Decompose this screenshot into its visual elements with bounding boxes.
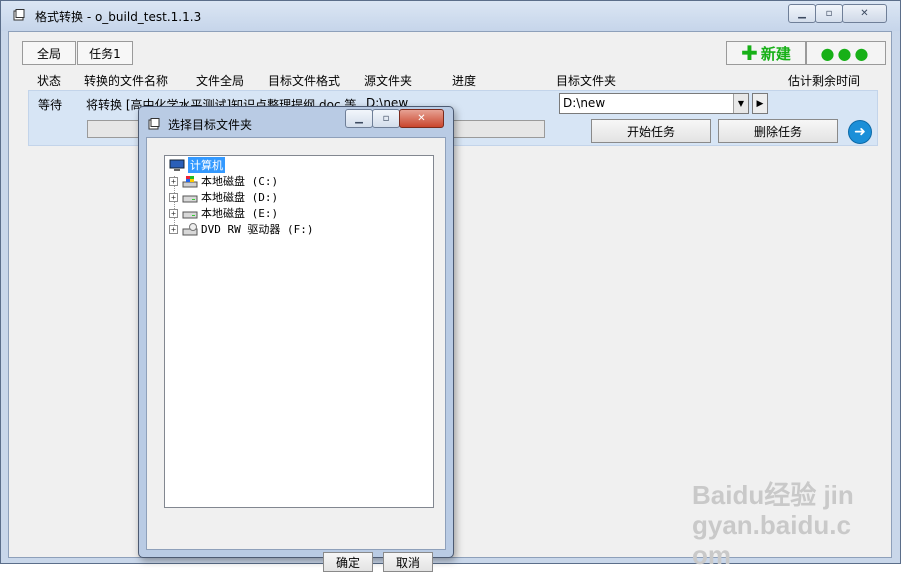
system-drive-icon	[182, 175, 198, 187]
watermark: Baidu经验 jingyan.baidu.com	[692, 480, 862, 570]
expand-icon[interactable]: +	[169, 176, 178, 186]
tree-item-label: 计算机	[188, 157, 225, 173]
tree-item-computer[interactable]: 计算机	[169, 157, 225, 173]
dialog-close-button[interactable]: ✕	[399, 109, 444, 128]
col-source-folder: 源文件夹	[364, 74, 413, 88]
arrow-right-icon[interactable]: ➜	[848, 120, 872, 144]
title-bar[interactable]: 格式转换 - o_build_test.1.1.3 ▁ ▫ ✕	[1, 1, 900, 31]
new-task-label: 新建	[760, 44, 791, 63]
col-status: 状态	[37, 74, 62, 88]
col-target-folder: 目标文件夹	[556, 74, 617, 88]
app-icon	[13, 9, 25, 21]
tree-item-label: 本地磁盘 (E:)	[201, 207, 279, 220]
caption-buttons: ▁ ▫ ✕	[788, 4, 887, 23]
dvd-drive-icon	[182, 222, 198, 235]
expand-icon[interactable]: +	[169, 224, 178, 234]
minimize-button[interactable]: ▁	[788, 4, 816, 23]
tree-item-drive-d[interactable]: + 本地磁盘 (D:)	[169, 189, 278, 205]
browse-button[interactable]: ▶	[752, 93, 768, 114]
tab-task1[interactable]: 任务1	[77, 41, 133, 65]
hard-drive-icon	[182, 211, 198, 218]
maximize-button[interactable]: ▫	[815, 4, 843, 23]
target-folder-combo[interactable]: D:\new ▼	[559, 93, 749, 114]
dialog-title: 选择目标文件夹	[168, 118, 253, 132]
tree-item-label: 本地磁盘 (D:)	[201, 191, 279, 204]
expand-icon[interactable]: +	[169, 208, 178, 218]
start-task-button[interactable]: 开始任务	[591, 119, 711, 143]
col-progress: 进度	[452, 74, 477, 88]
computer-icon	[169, 159, 185, 171]
new-task-button[interactable]: ✚ 新建	[726, 41, 806, 65]
hard-drive-icon	[182, 195, 198, 202]
close-button[interactable]: ✕	[842, 4, 887, 23]
plus-icon: ✚	[741, 41, 758, 65]
tree-item-label: DVD RW 驱动器 (F:)	[201, 223, 314, 236]
dialog-maximize-button[interactable]: ▫	[372, 109, 400, 128]
target-folder-value: D:\new	[563, 96, 606, 110]
dialog-title-bar[interactable]: 选择目标文件夹 ▁ ▫ ✕	[139, 107, 453, 137]
tree-item-drive-f[interactable]: + DVD RW 驱动器 (F:)	[169, 221, 313, 237]
folder-tree[interactable]: 计算机 + 本地磁盘 (C:) + 本地磁盘 (D:) + 本地磁盘 (E:) …	[164, 155, 434, 508]
select-folder-dialog: 选择目标文件夹 ▁ ▫ ✕ 计算机 + 本地磁盘 (C:) + 本地磁盘 (D:…	[138, 106, 454, 572]
col-file-global: 文件全局	[196, 74, 245, 88]
dialog-minimize-button[interactable]: ▁	[345, 109, 373, 128]
app-icon	[148, 118, 160, 130]
col-eta: 估计剩余时间	[788, 74, 861, 88]
ok-button[interactable]: 确定	[323, 552, 373, 572]
tab-global[interactable]: 全局	[22, 41, 76, 65]
dialog-client-area: 计算机 + 本地磁盘 (C:) + 本地磁盘 (D:) + 本地磁盘 (E:) …	[146, 137, 446, 572]
dialog-caption-buttons: ▁ ▫ ✕	[345, 109, 444, 128]
tree-item-drive-e[interactable]: + 本地磁盘 (E:)	[169, 205, 278, 221]
col-filename: 转换的文件名称	[84, 74, 169, 88]
tree-item-label: 本地磁盘 (C:)	[201, 175, 279, 188]
tree-item-drive-c[interactable]: + 本地磁盘 (C:)	[169, 173, 278, 189]
chevron-down-icon[interactable]: ▼	[733, 94, 748, 113]
window-title: 格式转换 - o_build_test.1.1.3	[35, 10, 202, 24]
more-button[interactable]: ●●●	[806, 41, 886, 65]
expand-icon[interactable]: +	[169, 192, 178, 202]
delete-task-button[interactable]: 删除任务	[718, 119, 838, 143]
watermark-text: Baidu经验 jingyan.baidu.com	[692, 480, 854, 570]
task-status: 等待	[38, 98, 63, 112]
col-target-format: 目标文件格式	[268, 74, 341, 88]
cancel-button[interactable]: 取消	[383, 552, 433, 572]
